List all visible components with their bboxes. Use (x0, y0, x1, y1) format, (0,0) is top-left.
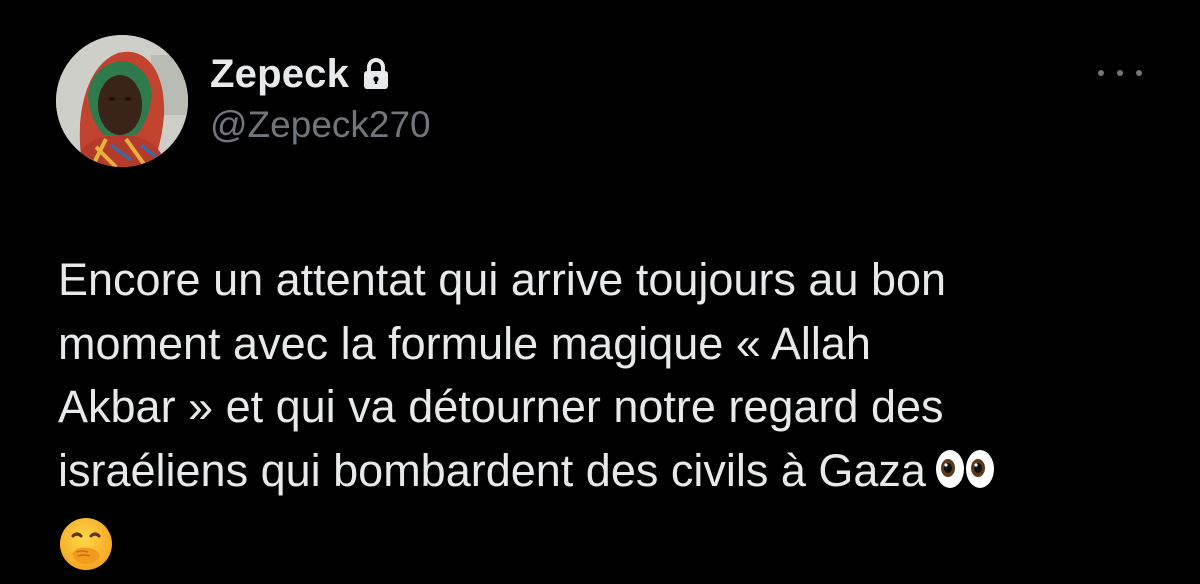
avatar-photo (56, 35, 188, 167)
author-handle[interactable]: @Zepeck270 (210, 104, 431, 146)
eyes-emoji (934, 443, 996, 507)
lock-icon (363, 58, 389, 90)
author-name-row[interactable]: Zepeck (210, 50, 389, 98)
more-options-button[interactable] (1098, 60, 1142, 86)
face-with-hand-over-mouth-emoji (58, 516, 114, 572)
tweet-text: Encore un attentat qui arrive toujours a… (58, 248, 1118, 506)
more-horizontal-icon (1098, 70, 1104, 76)
avatar[interactable] (56, 35, 188, 167)
display-name[interactable]: Zepeck (210, 52, 349, 97)
tweet-body: Encore un attentat qui arrive toujours a… (58, 254, 947, 496)
tweet: Zepeck @Zepeck270 Encore un attentat qui… (0, 0, 1200, 584)
